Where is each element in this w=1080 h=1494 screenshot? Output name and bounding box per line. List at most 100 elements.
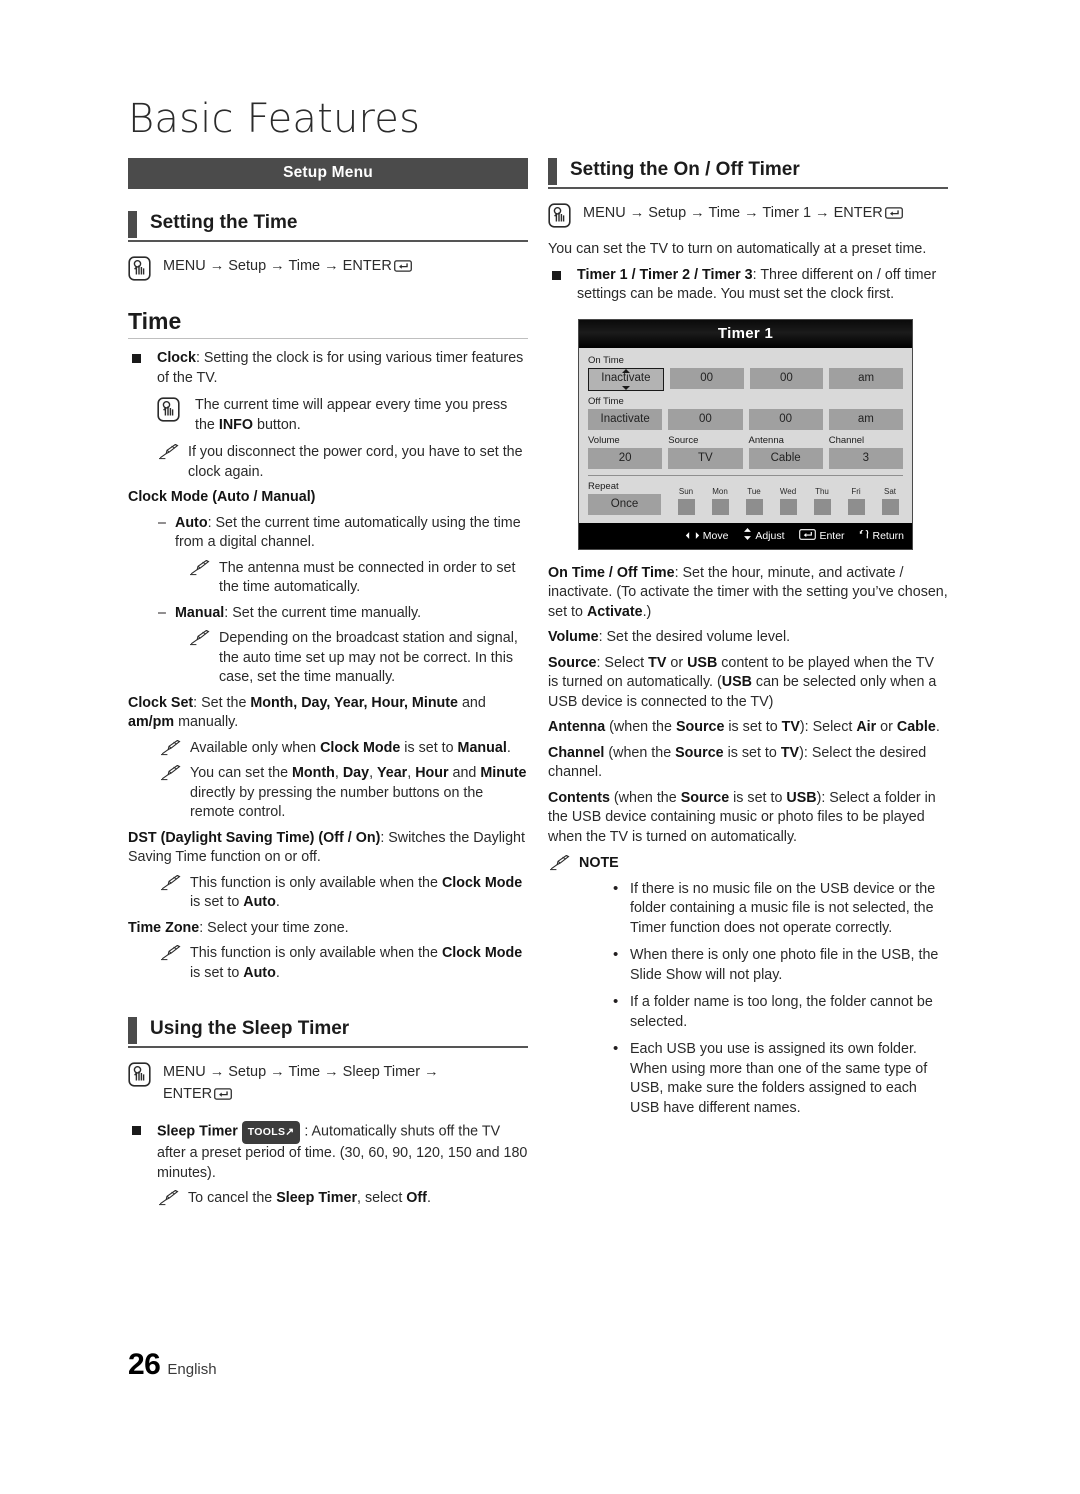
osd-repeat-field[interactable]: Once [588,493,661,515]
t: Available only when [190,739,321,756]
pencil-icon [157,443,179,460]
osd-channel-field[interactable]: 3 [828,447,903,469]
dst-description: DST (Daylight Saving Time) (Off / On): S… [128,829,528,868]
t: . [275,964,280,981]
osd-source-label: Source [668,434,699,446]
osd-off-time-minute-field[interactable]: 00 [748,408,823,430]
osd-action-enter[interactable]: Enter [799,528,845,543]
osd-on-time-row: Inactivate 00 00 am [588,367,903,391]
osd-channel-group: Channel [829,435,903,448]
osd-repeat-row: Repeat Once Sun Mon Tue Wed Thu Fri Sat [588,481,903,515]
note-bullet-text: If a folder name is too long, the folder… [630,994,933,1030]
note-text: To cancel the Sleep Timer, select Off. [188,1189,528,1209]
clock-set-text-2: and [458,694,486,711]
b: Activate [586,603,643,620]
t: (when the [604,744,676,761]
osd-day-mon[interactable]: Mon [707,487,733,515]
osd-day-fri[interactable]: Fri [843,487,869,515]
auto-description: Auto: Set the current time automatically… [175,514,528,553]
osd-day-wed[interactable]: Wed [775,487,801,515]
osd-volume-group: Volume [588,435,662,448]
osd-body: On Time Inactivate 00 00 am Off Time Ina… [579,347,912,523]
note-heading: NOTE [579,854,948,874]
return-arrow-icon [859,528,869,543]
osd-day-checkbox[interactable] [847,498,865,515]
clock-set-text-1: : Set the [193,694,251,711]
osd-on-time-activate-field[interactable]: Inactivate [588,367,664,391]
osd-day-checkbox[interactable] [779,498,797,515]
osd-day-checkbox[interactable] [711,498,729,515]
osd-channel-label: Channel [828,434,865,446]
b: Cable [896,719,936,735]
manual-page: Basic Features Setup Menu Setting the Ti… [0,0,1080,1494]
osd-quad-labels: Volume Source Antenna Channel [588,435,903,448]
menu-path-setting-the-time: MENU → Setup → Time → ENTER [128,255,528,281]
note-text: This function is only available when the… [190,874,528,913]
list-item-sleep-timer: Sleep Timer TOOLS↗ : Automatically shuts… [128,1121,528,1183]
t: , select [357,1190,407,1206]
note-bullet-text: If there is no music file on the USB dev… [630,880,936,936]
section-title: Setting the On / Off Timer [570,159,800,180]
clock-set-text-3: manually. [174,714,239,730]
osd-off-time-activate-field[interactable]: Inactivate [588,408,663,430]
t: or [666,654,688,671]
note-text-bold: INFO [218,416,254,433]
osd-source-field[interactable]: TV [668,447,743,469]
tools-arrow-icon: ↗ [285,1125,295,1138]
osd-day-checkbox[interactable] [745,498,763,515]
note-text: This function is only available when the… [190,944,528,983]
osd-antenna-label: Antenna [748,434,784,446]
sleep-timer-description: Sleep Timer TOOLS↗ : Automatically shuts… [157,1121,528,1183]
osd-day-checkbox[interactable] [813,498,831,515]
osd-day-sat[interactable]: Sat [877,487,903,515]
osd-on-time-ampm-field[interactable]: am [829,367,903,389]
osd-days-row: Sun Mon Tue Wed Thu Fri Sat [667,487,903,515]
volume-text: : Set the desired volume level. [598,629,791,645]
osd-day-sun[interactable]: Sun [673,487,699,515]
pencil-icon [159,764,181,781]
osd-volume-field[interactable]: 20 [588,447,663,469]
note-number-buttons: You can set the Month, Day, Year, Hour a… [159,764,528,823]
b: USB [786,789,817,806]
manual-term: Manual [175,604,225,621]
note-bullet-2: When there is only one photo file in the… [610,945,948,985]
note-bullet-1: If there is no music file on the USB dev… [610,879,948,939]
remote-press-icon [128,1062,151,1087]
b: Year [377,765,408,781]
osd-day-tue[interactable]: Tue [741,487,767,515]
osd-day-checkbox[interactable] [677,498,695,515]
osd-off-time-label: Off Time [588,395,624,407]
enter-key-icon [393,257,412,279]
osd-day-label: Wed [779,486,797,496]
t: . [506,739,511,756]
section-title: Using the Sleep Timer [150,1018,350,1039]
osd-action-return[interactable]: Return [859,528,904,543]
osd-action-label: Enter [819,529,845,542]
t: is set to [729,789,787,806]
b: Source [675,744,724,761]
contents-description: Contents (when the Source is set to USB)… [548,789,948,848]
t: is set to [724,719,782,735]
osd-day-checkbox[interactable] [881,498,899,515]
osd-on-time-minute-field[interactable]: 00 [749,367,824,389]
osd-antenna-field[interactable]: Cable [748,447,823,469]
pencil-icon [548,854,570,871]
osd-action-adjust[interactable]: Adjust [743,527,785,543]
osd-day-thu[interactable]: Thu [809,487,835,515]
t: directly by pressing the number buttons … [190,784,484,821]
osd-off-time-hour-field[interactable]: 00 [668,408,743,430]
list-item-clock: Clock: Setting the clock is for using va… [128,349,528,388]
t: . [426,1190,431,1206]
page-language: English [167,1361,217,1378]
clock-text: : Setting the clock is for using various… [157,350,524,386]
osd-on-time-hour-field[interactable]: 00 [669,367,744,389]
note-bullet-text: Each USB you use is assigned its own fol… [630,1041,928,1116]
osd-off-time-ampm-field[interactable]: am [828,408,903,430]
t: , [407,765,416,781]
pencil-icon [159,874,181,891]
clock-term: Clock [157,350,196,366]
chevron-down-icon [621,385,630,390]
osd-action-move[interactable]: Move [685,530,728,543]
t: This function is only available when the [190,874,442,891]
menu-path-sleep-timer: MENU → Setup → Time → Sleep Timer → ENTE… [128,1061,528,1107]
